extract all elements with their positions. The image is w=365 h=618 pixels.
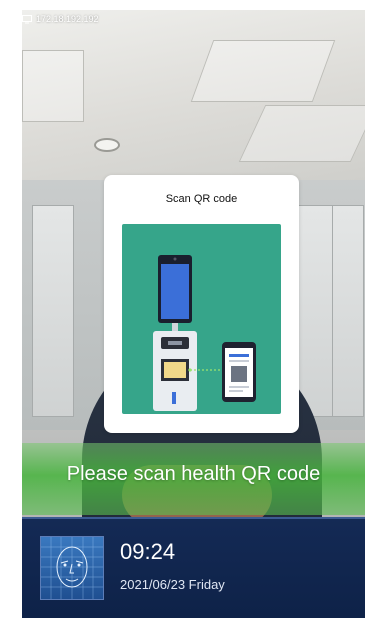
- phone-header: [229, 354, 249, 357]
- current-time: 09:24: [120, 539, 176, 564]
- phone-text-line: [229, 386, 249, 388]
- monitor-icon: [22, 14, 32, 23]
- qr-scanner-window: [164, 362, 186, 378]
- ceiling-panel: [22, 50, 84, 122]
- stand-neck: [172, 323, 178, 331]
- phone-text-line: [229, 390, 243, 392]
- face-scan-icon: [40, 536, 104, 600]
- phone-qr-code: [231, 366, 247, 382]
- ip-address: 172.18.192.192: [36, 14, 99, 24]
- tablet-camera: [173, 257, 177, 261]
- ceiling-light: [94, 138, 120, 152]
- scan-beam-start: [188, 368, 192, 372]
- glass-panel: [332, 205, 364, 417]
- card-reader-label: [168, 341, 182, 345]
- kiosk-indicator: [172, 392, 176, 404]
- tablet-screen: [161, 264, 189, 319]
- current-date: 2021/06/23 Friday: [120, 577, 225, 592]
- phone-text-line: [229, 360, 249, 362]
- scan-instruction-banner: Please scan health QR code: [22, 443, 365, 515]
- ceiling-panel: [238, 105, 365, 162]
- scan-instruction-text: Please scan health QR code: [66, 463, 321, 485]
- qr-scan-illustration: [122, 224, 281, 414]
- face-scan-graphic: [41, 537, 103, 599]
- qr-prompt-title: Scan QR code: [165, 193, 238, 205]
- status-bar: 172.18.192.192: [22, 14, 99, 24]
- ceiling: [22, 10, 365, 180]
- glass-panel: [32, 205, 74, 417]
- ceiling-panel: [190, 40, 336, 102]
- qr-prompt-card: Scan QR code: [104, 175, 299, 433]
- info-panel: 09:24 2021/06/23 Friday: [22, 517, 365, 618]
- device-scan-illustration: [153, 255, 256, 411]
